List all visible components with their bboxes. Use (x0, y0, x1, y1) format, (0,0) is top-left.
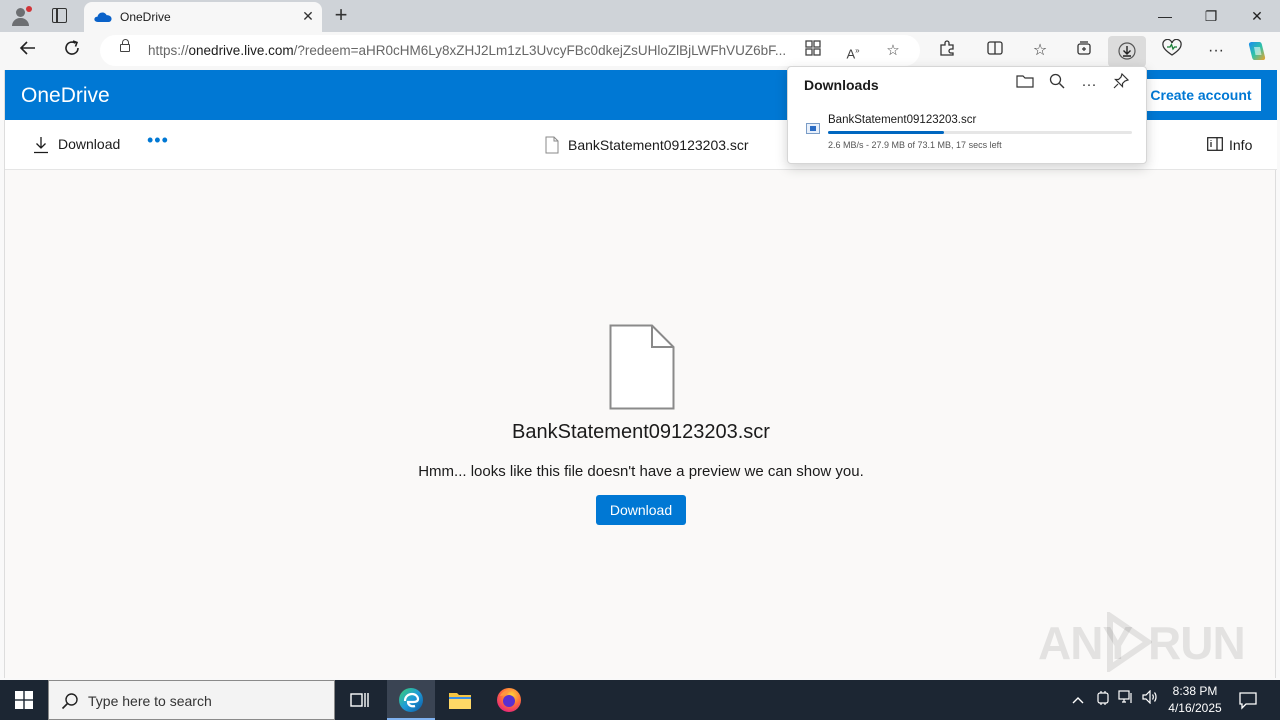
extensions-icon[interactable] (935, 39, 959, 63)
command-more-button[interactable]: ••• (147, 130, 169, 151)
network-icon[interactable] (1116, 690, 1136, 710)
taskbar-edge-button[interactable] (387, 680, 435, 720)
downloads-panel: Downloads ··· BankStatement09123203.scr … (787, 66, 1147, 164)
favorites-icon[interactable]: ☆ (1028, 39, 1052, 63)
start-button[interactable] (0, 680, 48, 720)
firefox-icon (497, 688, 521, 712)
browser-toolbar: https://onedrive.live.com/?redeem=aHR0cH… (0, 32, 1280, 70)
open-folder-icon[interactable] (1013, 73, 1037, 97)
tab-title: OneDrive (120, 10, 171, 24)
volume-icon[interactable] (1140, 689, 1160, 710)
taskbar-clock[interactable]: 8:38 PM 4/16/2025 (1160, 683, 1230, 717)
copilot-icon[interactable] (1245, 39, 1269, 63)
download-status: 2.6 MB/s - 27.9 MB of 73.1 MB, 17 secs l… (828, 140, 1002, 150)
create-account-button[interactable]: Create account (1141, 79, 1261, 111)
info-panel-icon (1207, 137, 1223, 151)
tab-actions-icon[interactable] (52, 8, 67, 23)
browser-essentials-icon[interactable] (1160, 38, 1184, 63)
watermark-play-icon (1107, 612, 1152, 672)
taskbar-firefox-button[interactable] (485, 680, 533, 720)
notifications-icon[interactable] (1238, 690, 1258, 710)
download-file-icon (806, 123, 820, 134)
anyrun-watermark: ANY RUN (1038, 612, 1246, 672)
refresh-icon[interactable] (60, 39, 84, 63)
file-icon (545, 136, 559, 154)
pin-icon[interactable] (1109, 72, 1133, 97)
folder-icon (449, 693, 471, 709)
download-arrow-icon (34, 137, 48, 154)
command-download-label: Download (58, 136, 121, 152)
new-tab-button[interactable]: + (331, 4, 351, 26)
close-window-button[interactable]: ✕ (1247, 6, 1267, 26)
edge-icon (399, 688, 423, 712)
preview-message: Hmm... looks like this file doesn't have… (418, 463, 864, 480)
search-icon (61, 693, 78, 710)
read-aloud-icon[interactable]: A» (842, 40, 864, 62)
url-text[interactable]: https://onedrive.live.com/?redeem=aHR0cH… (148, 43, 788, 58)
favorite-star-icon[interactable]: ☆ (882, 40, 904, 62)
tab-close-icon[interactable]: ✕ (300, 8, 316, 24)
more-icon[interactable]: ··· (1204, 39, 1228, 63)
download-file-name[interactable]: BankStatement09123203.scr (828, 114, 976, 126)
clock-time: 8:38 PM (1172, 684, 1218, 698)
windows-taskbar: Type here to search 8:38 PM 4/16/2025 (0, 680, 1280, 720)
onedrive-cloud-icon (94, 12, 112, 22)
windows-logo-icon (15, 691, 33, 709)
taskbar-file-explorer-button[interactable] (436, 680, 484, 720)
task-view-icon (350, 693, 369, 707)
split-screen-icon[interactable] (983, 39, 1007, 63)
device-icon[interactable] (1093, 690, 1113, 710)
info-label: Info (1229, 137, 1253, 153)
back-icon[interactable] (16, 39, 40, 63)
search-downloads-icon[interactable] (1045, 73, 1069, 97)
browser-tab-strip: OneDrive ✕ + — ❐ ✕ (0, 0, 1280, 32)
downloads-title: Downloads (804, 77, 879, 93)
download-progress-bar (828, 131, 1132, 134)
collections-icon[interactable] (1072, 39, 1096, 63)
taskbar-search-box[interactable]: Type here to search (48, 680, 335, 720)
tab-onedrive[interactable]: OneDrive ✕ (84, 2, 322, 32)
download-progress-fill (828, 131, 944, 134)
profile-avatar-icon[interactable] (10, 6, 32, 26)
task-view-button[interactable] (336, 680, 384, 720)
address-bar[interactable]: https://onedrive.live.com/?redeem=aHR0cH… (100, 35, 920, 66)
downloads-icon[interactable] (1108, 36, 1146, 67)
preview-file-name: BankStatement09123203.scr (512, 421, 770, 443)
lock-icon[interactable] (120, 39, 130, 52)
preview-download-button[interactable]: Download (596, 495, 686, 525)
restore-button[interactable]: ❐ (1201, 6, 1221, 26)
large-file-icon (609, 324, 675, 410)
onedrive-logo-text[interactable]: OneDrive (21, 84, 110, 108)
command-file-name: BankStatement09123203.scr (568, 137, 749, 153)
show-hidden-icons-chevron-icon[interactable] (1068, 690, 1088, 710)
apps-icon[interactable] (802, 40, 824, 62)
downloads-more-icon[interactable]: ··· (1077, 73, 1101, 97)
search-placeholder: Type here to search (88, 693, 212, 709)
clock-date: 4/16/2025 (1168, 701, 1222, 715)
minimize-button[interactable]: — (1155, 6, 1175, 26)
